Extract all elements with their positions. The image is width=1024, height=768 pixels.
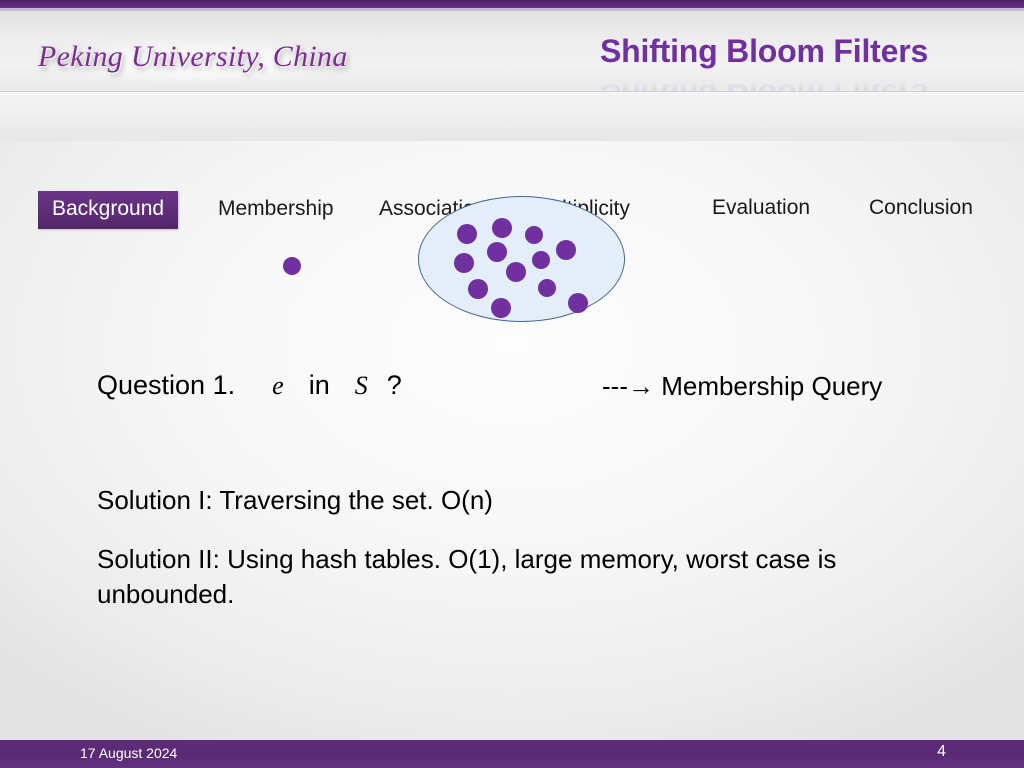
nav-item-multiplicity[interactable]: Multiplicity (533, 197, 630, 221)
nav-item-conclusion[interactable]: Conclusion (869, 196, 973, 220)
slide-footer: 17 August 2024 4 (0, 740, 1024, 768)
element-dot-inside (454, 253, 474, 273)
element-dot-inside (457, 224, 477, 244)
element-dot-inside (492, 218, 512, 238)
question-mark: ? (386, 370, 402, 400)
top-accent-strip (0, 0, 1024, 8)
solution-one: Solution I: Traversing the set. O(n) (97, 485, 493, 515)
logo-text: Peking University, China (38, 40, 348, 73)
element-dot-inside (487, 242, 507, 262)
question-label: Question 1. (97, 370, 236, 400)
element-dot-inside (538, 279, 556, 297)
element-dot-outside (283, 257, 301, 275)
section-navbar: Background Membership Association Multip… (0, 91, 1024, 229)
slide-number: 4 (937, 743, 946, 760)
footer-date: 17 August 2024 (80, 745, 178, 761)
solution-two: Solution II: Using hash tables. O(1), la… (97, 544, 837, 609)
element-dot-inside (506, 262, 526, 282)
nav-item-membership[interactable]: Membership (218, 197, 334, 221)
element-dot-inside (525, 226, 543, 244)
question-line: Question 1. e in S ? (97, 370, 402, 401)
question-set-variable: S (354, 371, 368, 400)
question-element-variable: e (272, 371, 284, 400)
nav-item-evaluation[interactable]: Evaluation (712, 196, 810, 220)
question-in-word: in (308, 370, 330, 400)
nav-item-background[interactable]: Background (38, 191, 179, 229)
element-dot-inside (568, 293, 588, 313)
page-title: Shifting Bloom Filters (600, 33, 929, 69)
university-logo: Peking University, China Peking Universi… (38, 37, 358, 87)
slide: Peking University, China Peking Universi… (0, 0, 1024, 768)
element-dot-inside (556, 240, 576, 260)
element-dot-inside (468, 279, 488, 299)
slide-header: Peking University, China Peking Universi… (0, 11, 1024, 113)
question-result-annotation: ---→ Membership Query (602, 371, 883, 401)
nav-item-association[interactable]: Association (379, 197, 486, 221)
element-dot-inside (532, 251, 550, 269)
element-dot-inside (491, 298, 511, 318)
